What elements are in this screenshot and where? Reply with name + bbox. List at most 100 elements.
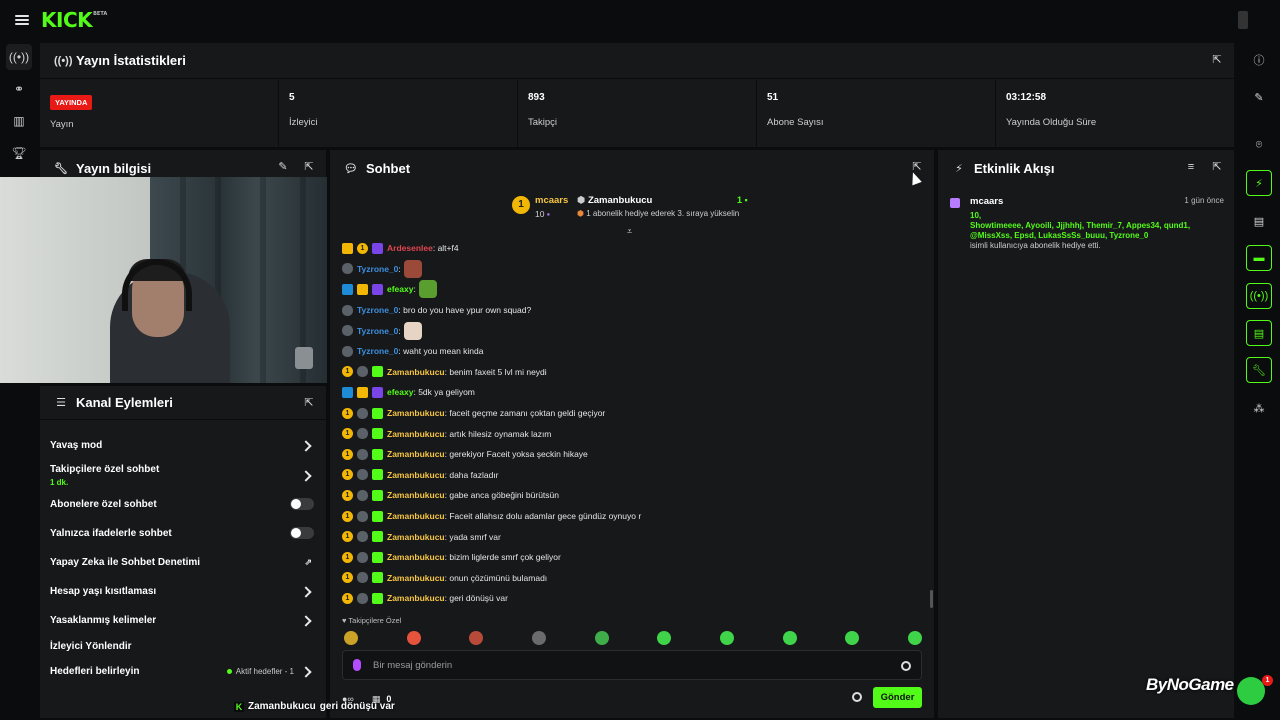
panels-icon[interactable]: ▤ xyxy=(1246,320,1272,346)
chat-scrollbar[interactable] xyxy=(930,590,933,608)
subscribers-only-toggle[interactable] xyxy=(290,498,314,510)
recipient-name[interactable]: Zamanbukucu xyxy=(588,195,652,206)
row-label: Yavaş mod xyxy=(50,440,103,451)
chevron-right-icon xyxy=(300,469,312,482)
users-icon[interactable]: ⁂ xyxy=(1246,395,1272,421)
link-icon[interactable]: ⚭ xyxy=(6,76,32,102)
gift-badge-icon xyxy=(372,551,383,563)
chat-username[interactable]: Zamanbukucu xyxy=(387,552,445,562)
chat-message: 1 Zamanbukucu: faceit geçme zamanı çoktan… xyxy=(342,403,922,424)
chat-username[interactable]: Zamanbukucu xyxy=(387,408,445,418)
coin-badge-icon: 1 xyxy=(342,592,353,604)
row-label: Yasaklanmış kelimeler xyxy=(50,615,157,626)
status-dot xyxy=(226,669,232,674)
chat-username[interactable]: Zamanbukucu xyxy=(387,532,445,542)
chat-username[interactable]: Tyzrone_0 xyxy=(357,346,398,356)
chat-username[interactable]: efeaxy xyxy=(387,387,413,397)
menu-icon[interactable] xyxy=(15,15,29,25)
chat-username[interactable]: Tyzrone_0 xyxy=(357,264,398,274)
coin-badge-icon: 1 xyxy=(357,242,368,254)
ai-moderation-row[interactable]: Yapay Zeka ile Sohbet Denetimi ⇗ xyxy=(50,557,314,568)
chat-text: : waht you mean kinda xyxy=(398,346,484,357)
chat-username[interactable]: Tyzrone_0 xyxy=(357,305,398,315)
emote-button[interactable] xyxy=(845,631,860,645)
chat-username[interactable]: Zamanbukucu xyxy=(387,511,445,521)
expand-icon[interactable]: ⇱ xyxy=(302,396,316,410)
chat-username[interactable]: Zamanbukucu xyxy=(387,490,445,500)
activity-feed-title: Etkinlik Akışı xyxy=(974,160,1055,176)
gifter-count: 10 ▪ xyxy=(535,209,550,219)
gift-badge-icon xyxy=(372,407,383,419)
emote-button[interactable] xyxy=(782,631,797,645)
wrench-icon[interactable]: 🔧︎ xyxy=(1246,357,1272,383)
chat-username[interactable]: Zamanbukucu xyxy=(387,367,445,377)
filter-icon[interactable]: ≡ xyxy=(1184,160,1198,174)
emote-button[interactable] xyxy=(594,631,609,645)
subscribers-only-row: Abonelere özel sohbet xyxy=(50,498,314,510)
broadcast-icon[interactable]: ((•)) xyxy=(1246,283,1272,309)
emote-button[interactable] xyxy=(469,631,484,645)
edit-icon[interactable]: ✎ xyxy=(276,160,290,174)
emote-button[interactable] xyxy=(719,631,734,645)
trophy-icon[interactable]: 🏆︎ xyxy=(6,140,32,166)
chat-input[interactable]: Bir mesaj gönderin xyxy=(342,650,922,680)
collapse-icon[interactable]: ⩡ xyxy=(627,226,632,237)
goals-row[interactable]: Hedefleri belirleyin Aktif hedefler - 1 xyxy=(50,665,314,678)
account-age-row[interactable]: Hesap yaşı kısıtlaması xyxy=(50,585,314,598)
pencil-icon[interactable]: ✎ xyxy=(1246,84,1272,110)
emote-button[interactable] xyxy=(344,631,358,645)
raid-row[interactable]: İzleyici Yönlendir xyxy=(50,641,314,652)
emote-only-toggle[interactable] xyxy=(290,527,314,539)
stat-label: İzleyici xyxy=(289,117,318,128)
user-avatar[interactable] xyxy=(1238,11,1248,29)
chat-message: 1 Zamanbukucu: bizim liglerde smrf çok ge… xyxy=(342,547,922,568)
overlay-text: geri dönüşü var xyxy=(319,701,395,712)
shield-badge-icon xyxy=(357,551,368,563)
expand-icon[interactable]: ⇱ xyxy=(302,160,316,174)
stream-icon[interactable]: ((•)) xyxy=(6,44,32,70)
chat-title: Sohbet xyxy=(366,160,411,176)
emote-button[interactable] xyxy=(657,631,672,645)
chat-username[interactable]: efeaxy xyxy=(387,284,413,294)
expand-icon[interactable]: ⇱ xyxy=(1210,53,1224,67)
document-icon[interactable]: ▤ xyxy=(1246,208,1272,234)
chat-username[interactable]: Zamanbukucu xyxy=(387,573,445,583)
camera-icon[interactable]: ⌾ xyxy=(1246,132,1272,158)
expand-icon[interactable]: ⇱ xyxy=(1210,160,1224,174)
chat-text: : xyxy=(398,263,401,274)
channel-actions-panel: ☰ Kanal Eylemleri ⇱ Yavaş mod Takipçiler… xyxy=(40,386,326,718)
support-chat-button[interactable] xyxy=(1237,677,1265,705)
send-button[interactable]: Gönder xyxy=(873,687,922,708)
emoji-icon[interactable] xyxy=(901,661,911,671)
chat-header: 💬︎ Sohbet xyxy=(330,150,934,186)
shield-badge-icon xyxy=(357,469,368,481)
row-label: Hesap yaşı kısıtlaması xyxy=(50,586,157,597)
mic-icon[interactable] xyxy=(353,659,361,671)
activity-time: 1 gün önce xyxy=(1184,196,1224,205)
followers-only-row[interactable]: Takipçilere özel sohbet 1 dk. xyxy=(50,464,314,487)
info-icon[interactable]: ⓘ xyxy=(1246,47,1272,73)
chat-icon[interactable]: ▬ xyxy=(1246,245,1272,271)
analytics-icon[interactable]: ▥ xyxy=(6,108,32,134)
chat-username[interactable]: Zamanbukucu xyxy=(387,449,445,459)
banned-words-row[interactable]: Yasaklanmış kelimeler xyxy=(50,614,314,627)
emote-button[interactable] xyxy=(907,631,922,645)
gear-icon[interactable] xyxy=(852,692,862,702)
notification-badge: 1 xyxy=(1262,675,1273,686)
gifter-name[interactable]: mcaars xyxy=(535,195,568,206)
activity-item: mcaars 1 gün önce 10, Showtimeeee, Ayooil… xyxy=(950,196,1224,250)
chat-username[interactable]: Zamanbukucu xyxy=(387,470,445,480)
chat-username[interactable]: Zamanbukucu xyxy=(387,429,445,439)
chat-text: : bizim liglerde smrf çok geliyor xyxy=(444,552,561,563)
shield-badge-icon xyxy=(342,263,353,275)
slow-mode-row[interactable]: Yavaş mod xyxy=(50,439,314,452)
lightning-icon[interactable]: ⚡︎ xyxy=(1246,170,1272,196)
kick-logo[interactable]: KICK BETA xyxy=(41,8,107,32)
emote-button[interactable] xyxy=(406,631,421,645)
external-link-icon: ⇗ xyxy=(304,557,312,567)
row-label: Takipçilere özel sohbet xyxy=(50,464,160,475)
emote-button[interactable] xyxy=(531,631,546,645)
chat-username[interactable]: Ardesenlee xyxy=(387,243,433,253)
chat-username[interactable]: Tyzrone_0 xyxy=(357,326,398,336)
chat-username[interactable]: Zamanbukucu xyxy=(387,593,445,603)
